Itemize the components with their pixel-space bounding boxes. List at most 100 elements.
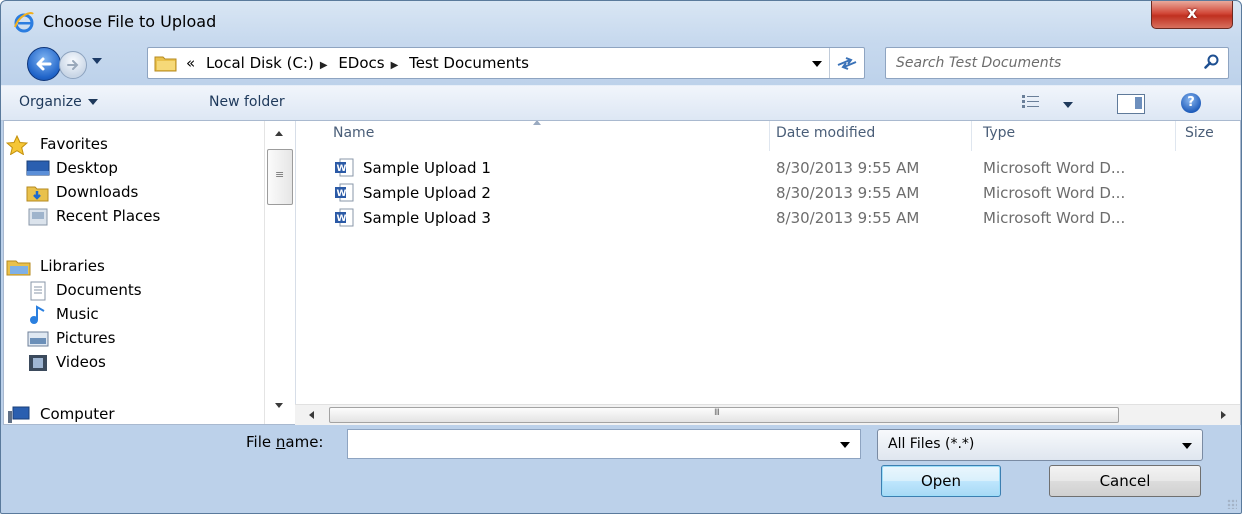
view-details-icon [1022,95,1039,108]
file-upload-dialog: Choose File to Upload x « Local Disk (C:… [0,0,1242,514]
sidebar-item-desktop[interactable]: Desktop [26,159,118,177]
scrollbar-thumb[interactable] [267,149,293,205]
organize-button[interactable]: Organize [19,94,98,110]
file-date-modified: 8/30/2013 9:55 AM [776,159,920,177]
command-toolbar: Organize New folder ? [1,85,1241,121]
column-divider[interactable] [769,121,770,151]
scrollbar-thumb[interactable] [329,407,1119,423]
chevron-down-icon [87,99,98,105]
preview-pane-button[interactable] [1117,94,1145,114]
sidebar-item-recent-places[interactable]: Recent Places [28,207,160,226]
file-name-dropdown-icon[interactable] [840,442,850,448]
address-dropdown-icon[interactable] [812,61,822,67]
close-icon: x [1186,3,1198,22]
internet-explorer-icon [13,11,35,33]
file-type-filter-select[interactable]: All Files (*.*) [877,429,1203,461]
file-row[interactable]: W Sample Upload 1 8/30/2013 9:55 AM Micr… [295,156,1240,180]
breadcrumb-local-disk[interactable]: Local Disk (C:) [206,54,314,72]
folder-icon [154,54,178,76]
sidebar-item-computer[interactable]: Computer [8,405,115,423]
close-button[interactable]: x [1151,1,1233,29]
file-type: Microsoft Word D... [983,184,1126,202]
forward-arrow-icon [67,60,79,70]
breadcrumb-overflow[interactable]: « [186,54,195,72]
file-list-horizontal-scrollbar[interactable] [295,404,1240,425]
sidebar-item-label: Libraries [40,257,105,275]
title-bar[interactable]: Choose File to Upload x [1,1,1241,43]
scroll-right-icon[interactable] [1221,411,1226,419]
sidebar-item-label: Desktop [56,159,118,177]
back-arrow-icon [36,57,52,71]
open-button[interactable]: Open [881,465,1001,497]
scroll-up-icon[interactable] [275,131,283,136]
svg-text:W: W [337,214,347,224]
breadcrumb-edocs[interactable]: EDocs [338,54,384,72]
sidebar-item-label: Pictures [56,329,116,347]
svg-text:W: W [337,164,347,174]
file-name-label-mnemonic: n [275,433,286,451]
scroll-down-icon[interactable] [275,403,283,408]
file-type: Microsoft Word D... [983,209,1126,227]
refresh-button[interactable] [829,48,864,78]
search-input[interactable] [894,51,1188,75]
search-box[interactable] [885,47,1229,79]
resize-grip-icon[interactable] [1227,499,1237,509]
cancel-button[interactable]: Cancel [1049,465,1201,497]
sidebar-item-label: Videos [56,353,106,371]
column-header-size[interactable]: Size [1185,125,1214,141]
browser-pane: Favorites Desktop Downloads Recent Place… [3,120,1241,425]
file-row[interactable]: W Sample Upload 2 8/30/2013 9:55 AM Micr… [295,181,1240,205]
sidebar-item-documents[interactable]: Documents [30,281,142,301]
recent-locations-dropdown-icon[interactable] [92,58,102,64]
file-name-label-prefix: File [246,433,276,451]
file-list: Name Date modified Type Size W Sample Up… [295,121,1240,404]
file-name-combobox[interactable] [347,429,861,459]
recent-places-icon [26,207,50,231]
file-date-modified: 8/30/2013 9:55 AM [776,184,920,202]
column-header-type[interactable]: Type [983,125,1015,141]
word-document-icon: W [333,208,355,232]
column-divider[interactable] [1175,121,1176,151]
sidebar-item-label: Downloads [56,183,139,201]
change-view-button[interactable] [1021,93,1041,111]
breadcrumb-separator-icon[interactable]: ▶ [320,60,328,71]
column-header-date-modified[interactable]: Date modified [776,125,875,141]
view-options-dropdown-icon[interactable] [1063,102,1073,108]
file-name: Sample Upload 2 [363,184,491,202]
music-icon [26,305,50,329]
sidebar-item-videos[interactable]: Videos [29,353,106,371]
file-name-field[interactable] [352,433,826,455]
sidebar-item-music[interactable]: Music [30,305,99,324]
column-header-name[interactable]: Name [333,125,374,141]
file-date-modified: 8/30/2013 9:55 AM [776,209,920,227]
computer-icon [6,405,32,424]
file-row[interactable]: W Sample Upload 3 8/30/2013 9:55 AM Micr… [295,206,1240,230]
sidebar-item-favorites[interactable]: Favorites [5,134,108,156]
scroll-left-icon[interactable] [309,411,314,419]
new-folder-button[interactable]: New folder [209,94,285,110]
navigation-bar: « Local Disk (C:) ▶ EDocs ▶ Test Documents [1,43,1241,83]
refresh-icon [837,57,857,70]
downloads-folder-icon [26,183,50,207]
breadcrumb-separator-icon[interactable]: ▶ [391,60,399,71]
sort-ascending-icon [533,121,541,125]
sidebar-item-label: Documents [56,281,142,299]
sidebar-item-downloads[interactable]: Downloads [26,183,139,202]
navigation-pane: Favorites Desktop Downloads Recent Place… [4,121,264,424]
search-icon[interactable] [1204,54,1220,74]
address-bar[interactable]: « Local Disk (C:) ▶ EDocs ▶ Test Documents [147,47,865,79]
chevron-down-icon [1182,443,1192,449]
back-button[interactable] [27,47,61,81]
file-type: Microsoft Word D... [983,159,1126,177]
forward-button[interactable] [59,51,87,79]
navigation-pane-scrollbar[interactable] [264,121,296,424]
svg-text:W: W [337,189,347,199]
sidebar-item-pictures[interactable]: Pictures [27,329,116,347]
column-divider[interactable] [971,121,972,151]
breadcrumb-test-documents[interactable]: Test Documents [409,54,529,72]
documents-icon [26,281,50,305]
file-name: Sample Upload 1 [363,159,491,177]
desktop-icon [26,159,50,181]
sidebar-item-libraries[interactable]: Libraries [6,257,105,276]
help-button[interactable]: ? [1181,93,1201,113]
